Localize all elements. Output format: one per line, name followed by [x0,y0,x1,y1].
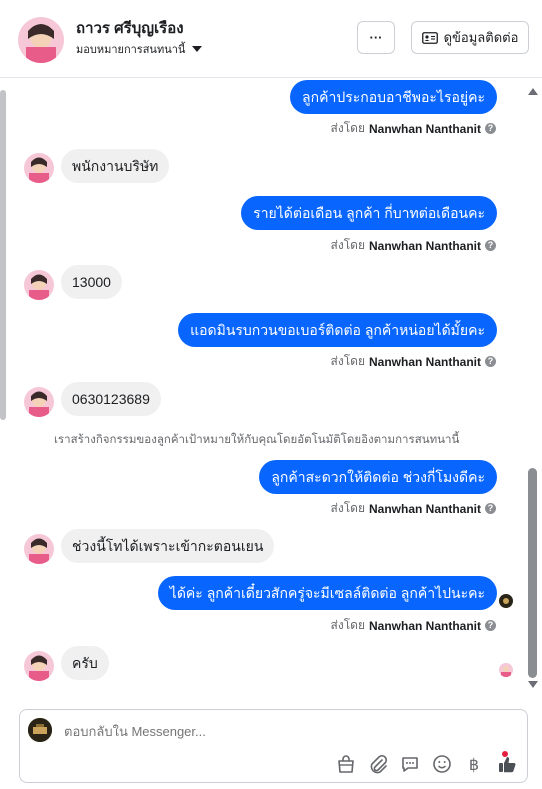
incoming-message[interactable]: พนักงานบริษัท [61,149,170,183]
sender-name: Nanwhan Nanthanit [368,501,481,516]
bag-icon[interactable] [336,754,356,774]
baht-icon[interactable]: ฿ [464,754,484,774]
view-contact-info-button[interactable]: ดูข้อมูลติดต่อ [411,21,529,54]
message-composer: ฿ [19,709,528,783]
contact-card-icon [421,31,438,44]
sent-by-prefix: ส่งโดย [330,238,365,252]
sent-by-label: ส่งโดย Nanwhan Nanthanit? [331,352,496,371]
message-text: แอดมินรบกวนขอเบอร์ติดต่อ ลูกค้าหน่อยได้ม… [190,322,485,338]
message-text: ช่วงนี้โทได้เพราะเข้ากะตอนเยน [72,538,264,554]
contact-message-avatar [24,534,54,564]
page-avatar [28,718,52,742]
reply-input[interactable] [64,724,464,739]
contact-message-avatar [24,387,54,417]
sent-by-prefix: ส่งโดย [330,501,365,515]
incoming-message[interactable]: 0630123689 [61,382,161,416]
scroll-up-arrow-icon[interactable] [528,88,538,95]
paperclip-icon[interactable] [368,754,388,774]
scrollbar-thumb[interactable] [528,468,537,678]
assign-conversation-dropdown[interactable]: มอบหมายการสนทนานี้ [76,40,203,58]
seen-by-avatar [499,663,513,677]
help-icon[interactable]: ? [485,240,496,251]
contact-message-avatar [24,153,54,183]
outgoing-message[interactable]: รายได้ต่อเดือน ลูกค้า กี่บาทต่อเดือนคะ [241,196,497,230]
assign-label: มอบหมายการสนทนานี้ [76,44,186,56]
help-icon[interactable]: ? [485,356,496,367]
help-icon[interactable]: ? [485,503,496,514]
contact-message-avatar [24,270,54,300]
incoming-message[interactable]: ครับ [61,646,109,680]
message-text: ได้ค่ะ ลูกค้าเดี๋ยวสักครู่จะมีเซลล์ติดต่… [169,585,485,601]
thumbs-up-icon[interactable] [497,754,517,774]
sent-by-label: ส่งโดย Nanwhan Nanthanit? [331,119,496,138]
caret-down-icon [192,46,203,52]
emoji-icon[interactable] [432,754,452,774]
contact-avatar[interactable] [18,17,64,63]
message-text: 13000 [72,274,111,290]
svg-text:฿: ฿ [469,755,479,774]
sent-by-label: ส่งโดย Nanwhan Nanthanit? [331,236,496,255]
message-text: รายได้ต่อเดือน ลูกค้า กี่บาทต่อเดือนคะ [253,205,485,221]
system-note: เราสร้างกิจกรรมของลูกค้าเป้าหมายให้กับคุ… [54,434,460,446]
sender-name: Nanwhan Nanthanit [368,121,481,136]
saved-reply-icon[interactable] [400,754,420,774]
contact-message-avatar [24,651,54,681]
incoming-message[interactable]: 13000 [61,265,122,299]
sender-name: Nanwhan Nanthanit [368,238,481,253]
incoming-message[interactable]: ช่วงนี้โทได้เพราะเข้ากะตอนเยน [61,529,275,563]
message-scrollbar[interactable] [528,88,538,688]
seen-by-avatar [499,594,513,608]
message-text: ลูกค้าสะดวกให้ติดต่อ ช่วงกี่โมงดีคะ [271,469,485,485]
more-options-button[interactable]: ··· [357,21,395,54]
help-icon[interactable]: ? [485,620,496,631]
conversation-header: ถาวร ศรีบุญเรือง มอบหมายการสนทนานี้ ··· … [0,0,542,78]
contact-name[interactable]: ถาวร ศรีบุญเรือง [76,16,184,40]
sent-by-prefix: ส่งโดย [330,354,365,368]
sent-by-prefix: ส่งโดย [330,121,365,135]
sent-by-label: ส่งโดย Nanwhan Nanthanit? [331,616,496,635]
outgoing-message[interactable]: แอดมินรบกวนขอเบอร์ติดต่อ ลูกค้าหน่อยได้ม… [178,313,497,347]
view-contact-info-label: ดูข้อมูลติดต่อ [443,30,519,45]
message-text: ลูกค้าประกอบอาชีพอะไรอยู่คะ [302,89,485,105]
outgoing-message[interactable]: ลูกค้าประกอบอาชีพอะไรอยู่คะ [290,80,497,114]
message-text: 0630123689 [72,391,150,407]
side-panel-scroll-rail[interactable] [0,90,6,420]
outgoing-message[interactable]: ลูกค้าสะดวกให้ติดต่อ ช่วงกี่โมงดีคะ [259,460,497,494]
more-icon: ··· [369,30,383,45]
message-text: พนักงานบริษัท [72,158,159,174]
message-text: ครับ [72,655,98,671]
sender-name: Nanwhan Nanthanit [368,618,481,633]
help-icon[interactable]: ? [485,123,496,134]
outgoing-message[interactable]: ได้ค่ะ ลูกค้าเดี๋ยวสักครู่จะมีเซลล์ติดต่… [157,576,497,610]
sent-by-prefix: ส่งโดย [330,618,365,632]
scroll-down-arrow-icon[interactable] [528,681,538,688]
sender-name: Nanwhan Nanthanit [368,354,481,369]
sent-by-label: ส่งโดย Nanwhan Nanthanit? [331,499,496,518]
